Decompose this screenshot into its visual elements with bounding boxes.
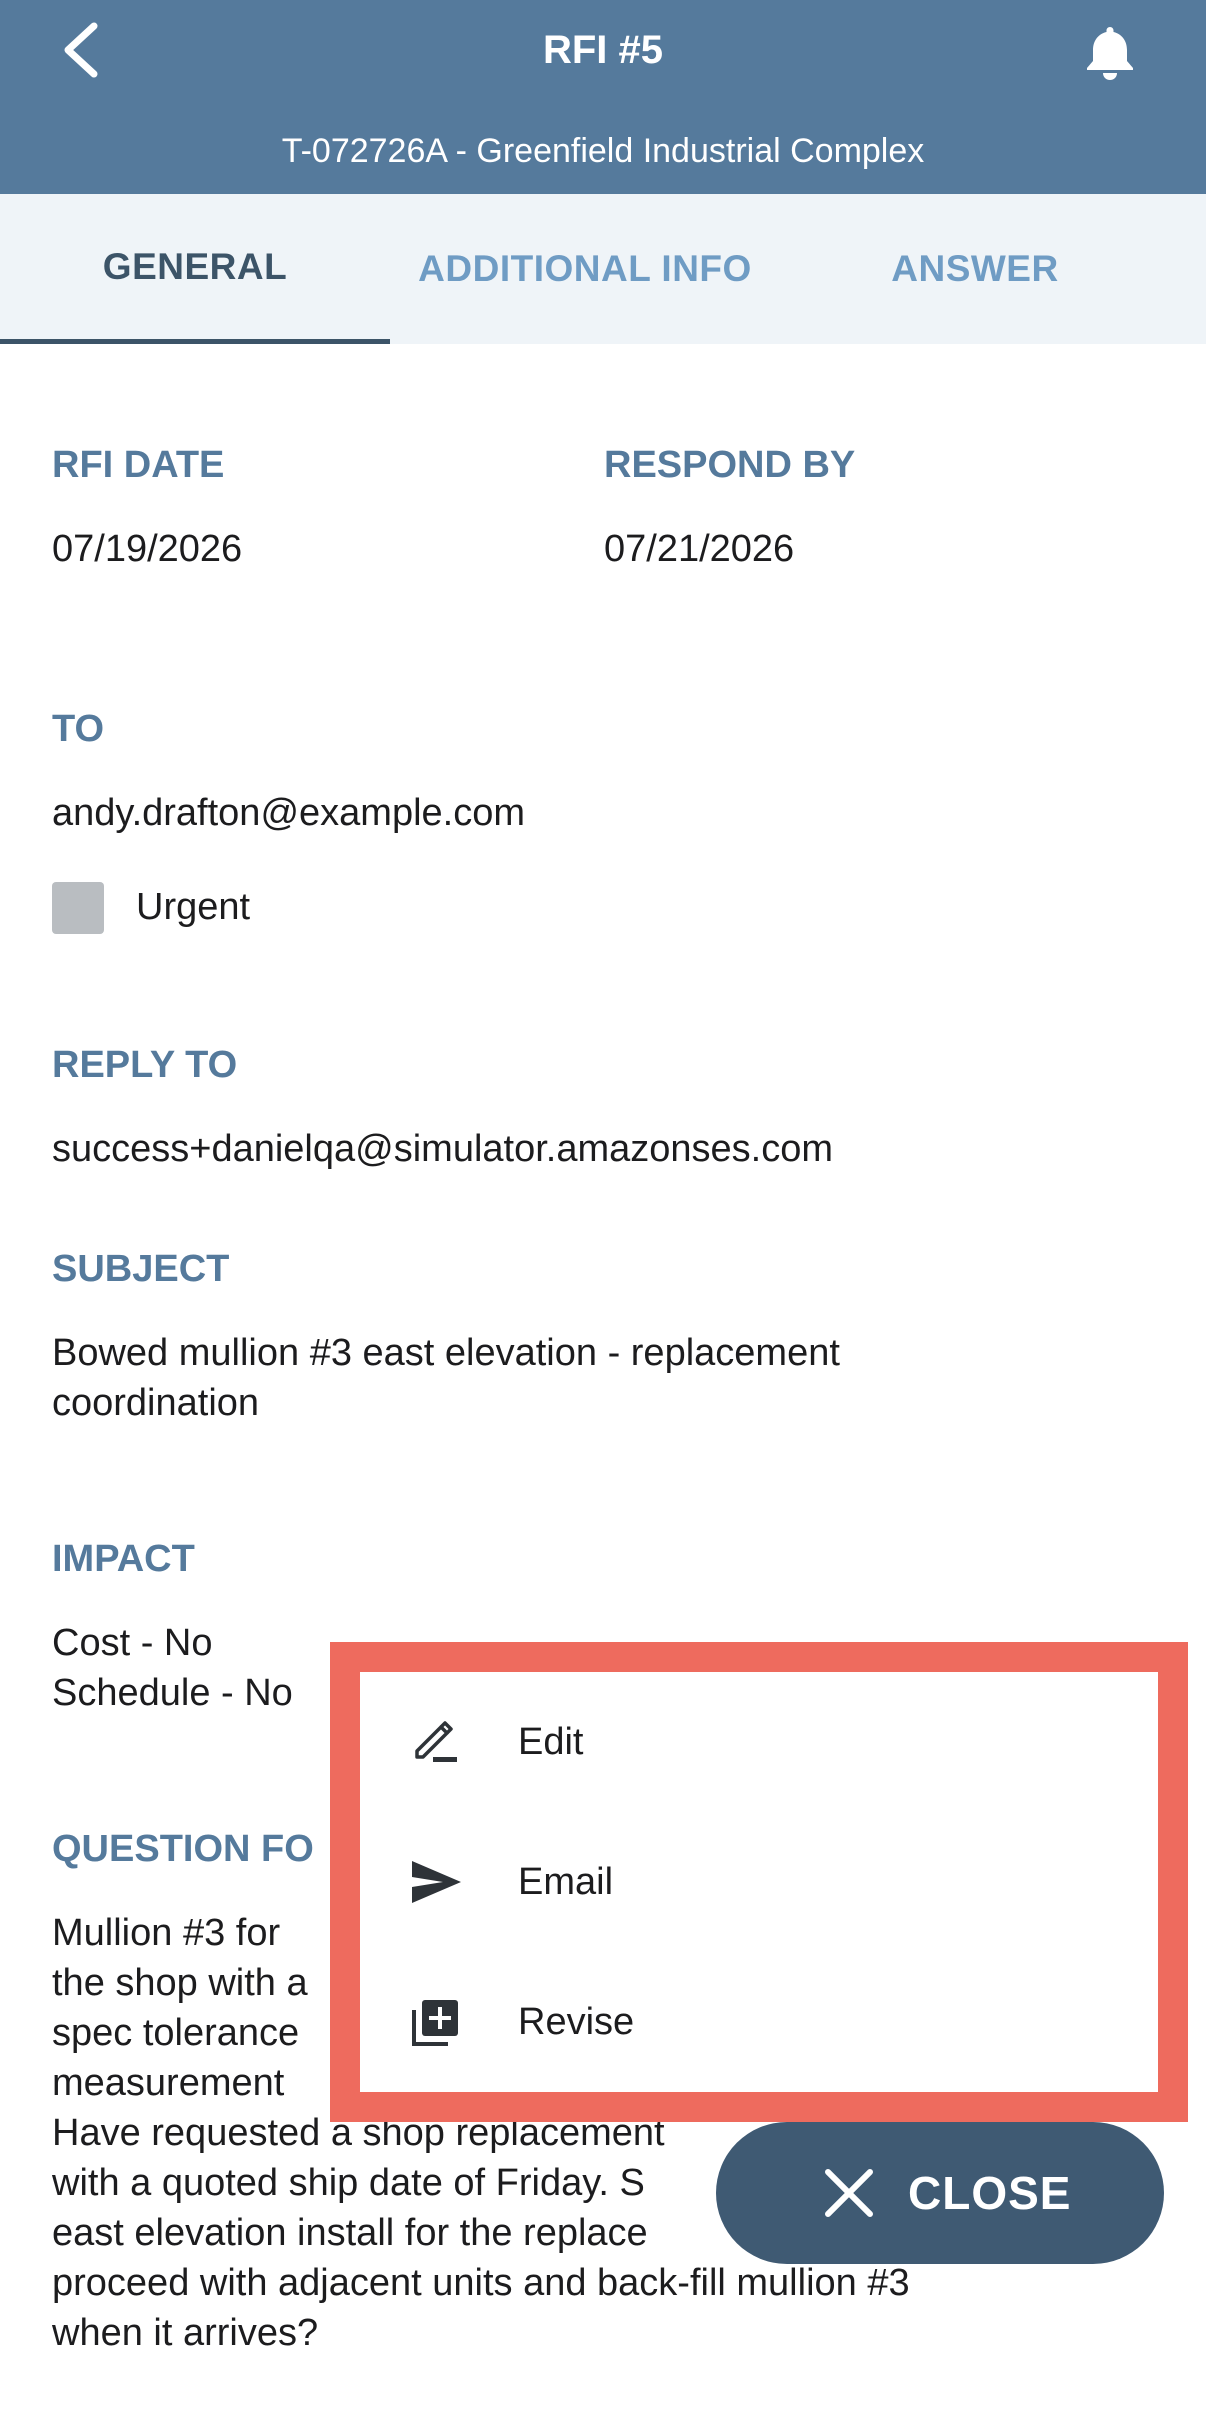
- to-label: TO: [52, 708, 105, 750]
- question-line: with a quoted ship date of Friday. S: [52, 2162, 645, 2204]
- page-title: RFI #5: [542, 28, 664, 72]
- subject-line-1: Bowed mullion #3 east elevation - replac…: [52, 1332, 840, 1374]
- question-line: east elevation install for the replace: [52, 2212, 648, 2254]
- menu-item-revise-label: Revise: [518, 2001, 635, 2043]
- notifications-button[interactable]: [1070, 12, 1150, 92]
- menu-item-edit-label: Edit: [518, 1721, 584, 1763]
- urgent-label: Urgent: [136, 886, 251, 928]
- impact-label: IMPACT: [52, 1538, 195, 1580]
- rfi-date-label: RFI DATE: [52, 444, 225, 486]
- menu-item-revise[interactable]: Revise: [360, 1952, 1158, 2092]
- question-label: QUESTION FO: [52, 1828, 314, 1870]
- reply-to-value: success+danielqa@simulator.amazonses.com: [52, 1128, 834, 1170]
- menu-item-email[interactable]: Email: [360, 1812, 1158, 1952]
- menu-item-edit[interactable]: Edit: [360, 1672, 1158, 1812]
- question-line: proceed with adjacent units and back-fil…: [52, 2262, 910, 2304]
- impact-schedule: Schedule - No: [52, 1672, 293, 1714]
- reply-to-label: REPLY TO: [52, 1044, 238, 1086]
- app-header: RFI #5 T-072726A - Greenfield Industrial…: [0, 0, 1206, 194]
- urgent-checkbox[interactable]: [52, 882, 104, 934]
- menu-item-email-label: Email: [518, 1861, 614, 1903]
- question-line: the shop with a: [52, 1962, 308, 2004]
- respond-by-label: RESPOND BY: [604, 444, 856, 486]
- tab-additional-info[interactable]: ADDITIONAL INFO: [390, 194, 780, 344]
- close-button[interactable]: CLOSE: [716, 2122, 1164, 2264]
- subject-line-2: coordination: [52, 1382, 260, 1424]
- impact-cost: Cost - No: [52, 1622, 213, 1664]
- add-copy-icon: [406, 1992, 466, 2052]
- question-line: spec tolerance: [52, 2012, 300, 2054]
- to-value: andy.drafton@example.com: [52, 792, 525, 834]
- subject-label: SUBJECT: [52, 1248, 230, 1290]
- tab-general[interactable]: GENERAL: [0, 194, 390, 344]
- tab-answer[interactable]: ANSWER: [780, 194, 1170, 344]
- rfi-date-value: 07/19/2026: [52, 528, 243, 570]
- action-menu: Edit Email Revise: [360, 1672, 1158, 2092]
- question-line: Mullion #3 for: [52, 1912, 281, 1954]
- project-subtitle: T-072726A - Greenfield Industrial Comple…: [281, 132, 925, 170]
- question-line: measurement: [52, 2062, 285, 2104]
- respond-by-value: 07/21/2026: [604, 528, 795, 570]
- tab-bar: GENERAL ADDITIONAL INFO ANSWER: [0, 194, 1206, 344]
- action-menu-highlight: Edit Email Revise: [330, 1642, 1188, 2122]
- bell-icon: [1087, 27, 1133, 80]
- close-button-label: CLOSE: [908, 2167, 1072, 2219]
- question-line: when it arrives?: [52, 2312, 319, 2354]
- send-icon: [406, 1852, 466, 1912]
- close-icon: [825, 2169, 873, 2217]
- edit-pencil-icon: [406, 1712, 466, 1772]
